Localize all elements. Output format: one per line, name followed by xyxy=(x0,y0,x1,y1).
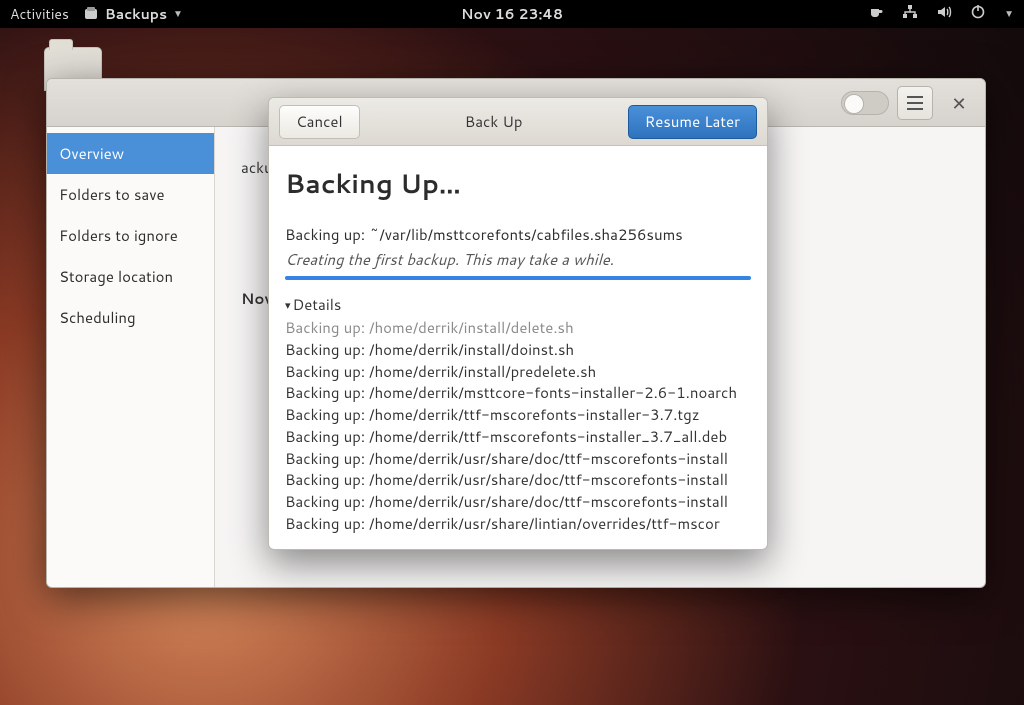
system-menu-chevron-icon[interactable]: ▼ xyxy=(1004,7,1014,21)
backup-sub-line: Creating the first backup. This may take… xyxy=(285,249,751,270)
caret-down-icon: ▾ xyxy=(285,297,291,313)
log-line: Backing up: /home/derrik/install/delete.… xyxy=(285,317,751,339)
network-icon[interactable] xyxy=(902,4,918,25)
resume-later-button[interactable]: Resume Later xyxy=(628,105,757,139)
app-menu[interactable]: Backups ▼ xyxy=(83,4,183,24)
window-close-button[interactable]: ✕ xyxy=(941,90,977,116)
log-line: Backing up: /home/derrik/var/lib/msttcor… xyxy=(285,535,751,538)
backup-progress-dialog: Cancel Back Up Resume Later Backing Up… … xyxy=(268,97,768,550)
hamburger-icon xyxy=(907,96,923,110)
log-line: Backing up: /home/derrik/ttf-mscorefonts… xyxy=(285,404,751,426)
log-line: Backing up: /home/derrik/usr/share/doc/t… xyxy=(285,491,751,513)
sidebar-item-storage-location[interactable]: Storage location xyxy=(47,256,214,297)
dialog-title: Back Up xyxy=(465,111,523,132)
log-line: Backing up: /home/derrik/msttcore-fonts-… xyxy=(285,382,751,404)
dialog-heading: Backing Up… xyxy=(285,166,751,202)
sidebar-item-overview[interactable]: Overview xyxy=(47,133,214,174)
backup-app-icon xyxy=(83,6,99,22)
hamburger-menu-button[interactable] xyxy=(897,86,933,120)
log-line: Backing up: /home/derrik/install/doinst.… xyxy=(285,339,751,361)
activities-button[interactable]: Activities xyxy=(10,4,69,24)
gnome-top-bar: Activities Backups ▼ Nov 16 23:48 ▼ xyxy=(0,0,1024,28)
log-line: Backing up: /home/derrik/install/predele… xyxy=(285,361,751,383)
log-line: Backing up: /home/derrik/usr/share/doc/t… xyxy=(285,469,751,491)
details-expander[interactable]: ▾ Details xyxy=(285,294,751,315)
sidebar: OverviewFolders to saveFolders to ignore… xyxy=(47,127,215,587)
cancel-button[interactable]: Cancel xyxy=(279,105,360,139)
volume-icon[interactable] xyxy=(936,4,952,25)
backup-status-line: Backing up: ~/var/lib/msttcorefonts/cabf… xyxy=(285,224,751,245)
power-icon[interactable] xyxy=(970,4,986,25)
sidebar-item-folders-to-ignore[interactable]: Folders to ignore xyxy=(47,215,214,256)
log-line: Backing up: /home/derrik/ttf-mscorefonts… xyxy=(285,426,751,448)
log-line: Backing up: /home/derrik/usr/share/linti… xyxy=(285,513,751,535)
caffeine-icon[interactable] xyxy=(868,4,884,25)
app-menu-label: Backups xyxy=(105,4,167,24)
chevron-down-icon: ▼ xyxy=(173,7,183,21)
progress-bar xyxy=(285,276,751,280)
sidebar-item-scheduling[interactable]: Scheduling xyxy=(47,297,214,338)
clock[interactable]: Nov 16 23:48 xyxy=(461,4,563,24)
log-line: Backing up: /home/derrik/usr/share/doc/t… xyxy=(285,448,751,470)
dialog-headerbar: Cancel Back Up Resume Later xyxy=(269,98,767,146)
sidebar-item-folders-to-save[interactable]: Folders to save xyxy=(47,174,214,215)
auto-backup-toggle[interactable] xyxy=(841,91,889,115)
details-label-text: Details xyxy=(293,294,342,315)
backup-log: Backing up: /home/derrik/install/delete.… xyxy=(285,317,751,537)
